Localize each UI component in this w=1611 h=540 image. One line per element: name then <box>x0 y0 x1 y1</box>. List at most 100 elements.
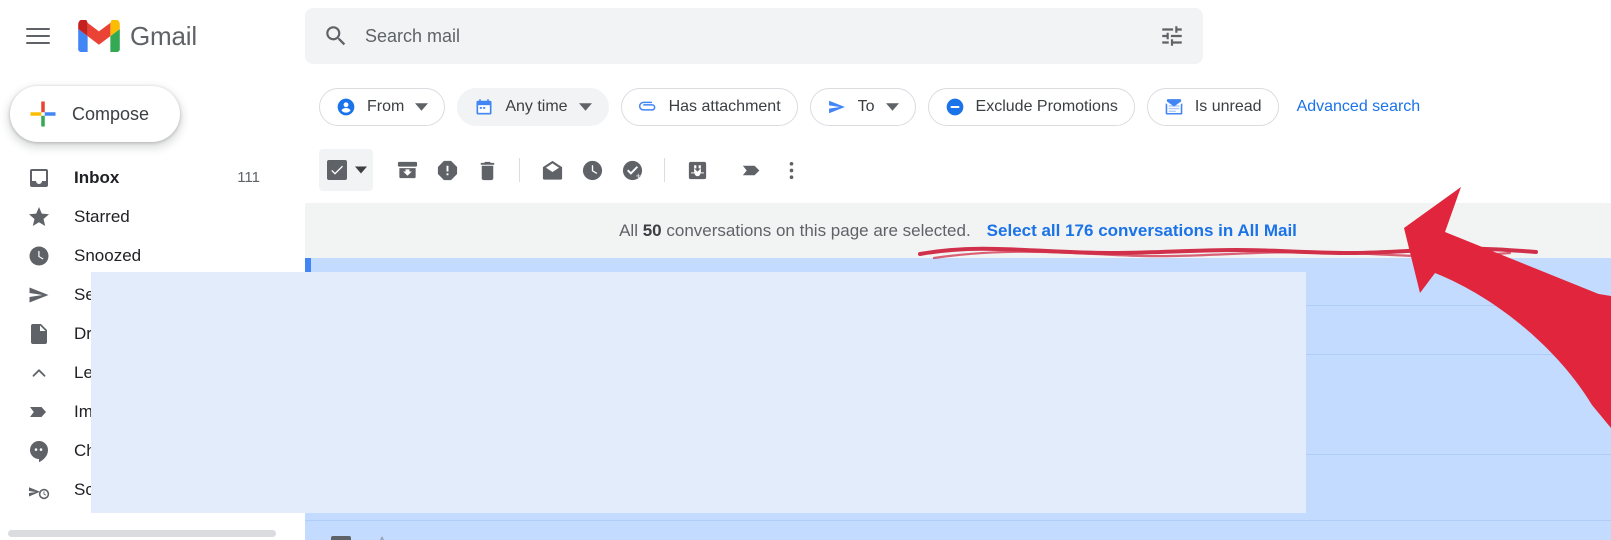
sidebar-item-less[interactable]: Less <box>0 353 305 392</box>
label-tag-icon <box>742 165 759 175</box>
report-spam-button[interactable] <box>427 150 467 190</box>
more-vertical-icon <box>789 161 793 179</box>
filter-chip-label: From <box>367 98 405 115</box>
message-list[interactable] <box>305 258 1611 540</box>
add-to-tasks-icon <box>622 160 642 180</box>
compose-label: Compose <box>72 103 150 124</box>
move-to-inbox-button[interactable] <box>677 150 717 190</box>
sidebar-item-label: Important <box>74 401 146 421</box>
inbox-unread-count: 111 <box>237 169 260 186</box>
row-checkbox[interactable] <box>331 273 351 298</box>
filter-chip-any-time[interactable]: Any time <box>457 88 609 126</box>
unread-accent-bar <box>305 258 311 305</box>
filter-chip-exclude-promotions[interactable]: Exclude Promotions <box>927 88 1135 126</box>
gmail-brand[interactable]: Gmail <box>78 20 197 52</box>
sidebar-item-label: Drafts <box>74 323 120 343</box>
row-checkbox[interactable] <box>331 321 351 346</box>
archive-button[interactable] <box>387 150 427 190</box>
trash-icon <box>480 161 494 180</box>
table-row[interactable] <box>305 521 1611 540</box>
mark-as-read-button[interactable] <box>532 150 572 190</box>
hamburger-menu-icon[interactable] <box>14 12 62 60</box>
sidebar-item-inbox[interactable]: Inbox 111 <box>0 158 305 197</box>
filter-chip-label: Has attachment <box>668 98 781 115</box>
star-icon[interactable] <box>371 534 393 540</box>
filter-chip-label: To <box>857 98 875 115</box>
banner-suffix: conversations on this page are selected. <box>661 220 971 240</box>
filter-chip-label: Any time <box>505 98 568 115</box>
table-row[interactable] <box>305 258 1611 306</box>
star-icon <box>26 204 52 230</box>
filter-chip-has-attachment[interactable]: Has attachment <box>620 88 798 126</box>
filter-chip-from[interactable]: From <box>319 88 446 126</box>
selection-status-text: All 50 conversations on this page are se… <box>619 221 971 241</box>
chevron-down-icon <box>355 166 367 174</box>
add-to-tasks-button[interactable] <box>612 150 652 190</box>
table-row[interactable] <box>305 455 1611 521</box>
gmail-app-window: Gmail Compose Inbo <box>0 0 1611 540</box>
main-pane: From Any time Has attachment To Exclude … <box>305 72 1611 540</box>
banner-prefix: All <box>619 220 643 240</box>
paperclip-icon <box>638 101 655 111</box>
unread-mail-icon <box>1165 99 1183 115</box>
clock-icon <box>582 160 602 180</box>
sidebar-item-scheduled[interactable]: Scheduled <box>0 470 305 509</box>
filter-chip-label: Is unread <box>1194 98 1262 115</box>
row-checkbox[interactable] <box>331 470 351 495</box>
chevron-down-icon <box>415 103 429 111</box>
filter-chip-is-unread[interactable]: Is unread <box>1146 88 1279 126</box>
select-all-checkbox[interactable] <box>319 149 373 191</box>
chat-icon <box>26 438 52 464</box>
send-icon <box>26 282 52 308</box>
sidebar-item-chats[interactable]: Chats <box>0 431 305 470</box>
row-checkbox[interactable] <box>331 536 351 540</box>
chevron-up-icon <box>26 360 52 386</box>
select-all-conversations-link[interactable]: Select all 176 conversations in All Mail <box>987 221 1297 241</box>
select-all-banner: All 50 conversations on this page are se… <box>305 202 1611 258</box>
search-input[interactable] <box>365 25 1159 47</box>
search-bar[interactable] <box>305 8 1203 64</box>
search-icon[interactable] <box>323 23 349 49</box>
minus-circle-icon <box>946 98 963 116</box>
advanced-search-link[interactable]: Advanced search <box>1297 98 1421 116</box>
toolbar-divider <box>664 158 665 182</box>
report-spam-icon <box>437 160 457 180</box>
sidebar-item-label: Sent <box>74 284 109 304</box>
table-row[interactable] <box>305 355 1611 455</box>
sidebar-horizontal-scrollbar[interactable] <box>8 529 298 538</box>
brand-name: Gmail <box>130 20 197 51</box>
sidebar: Compose Inbox 111 Starred Snoozed Sent D… <box>0 72 305 540</box>
sidebar-item-drafts[interactable]: Drafts <box>0 314 305 353</box>
delete-button[interactable] <box>467 150 507 190</box>
filter-chip-to[interactable]: To <box>809 88 916 126</box>
sidebar-item-starred[interactable]: Starred <box>0 197 305 236</box>
search-filter-chips: From Any time Has attachment To Exclude … <box>319 88 1420 126</box>
sidebar-nav-list: Inbox 111 Starred Snoozed Sent Drafts Le… <box>0 158 305 509</box>
filter-chip-label: Exclude Promotions <box>975 98 1118 115</box>
sidebar-item-label: Scheduled <box>74 479 155 499</box>
labels-button[interactable] <box>731 150 771 190</box>
row-checkbox[interactable] <box>331 370 351 395</box>
sidebar-item-important[interactable]: Important <box>0 392 305 431</box>
important-icon <box>26 399 52 425</box>
star-icon[interactable] <box>371 468 393 495</box>
compose-button[interactable]: Compose <box>10 86 180 142</box>
sidebar-item-label: Snoozed <box>74 245 142 265</box>
snooze-button[interactable] <box>572 150 612 190</box>
more-options-button[interactable] <box>771 150 811 190</box>
chevron-down-icon <box>885 103 899 111</box>
gmail-logo-icon <box>78 20 120 52</box>
chevron-down-icon <box>578 103 592 111</box>
star-icon[interactable] <box>371 368 393 395</box>
table-row[interactable] <box>305 306 1611 355</box>
archive-icon <box>397 161 417 178</box>
toolbar-divider <box>519 158 520 182</box>
tune-filter-icon[interactable] <box>1159 23 1185 49</box>
sidebar-item-sent[interactable]: Sent <box>0 275 305 314</box>
sidebar-item-label: Inbox <box>74 167 120 187</box>
star-icon[interactable] <box>371 271 393 298</box>
checkbox-checked-icon <box>327 160 347 180</box>
star-icon[interactable] <box>371 319 393 346</box>
sidebar-item-snoozed[interactable]: Snoozed <box>0 236 305 275</box>
selection-count: 50 <box>642 220 662 240</box>
